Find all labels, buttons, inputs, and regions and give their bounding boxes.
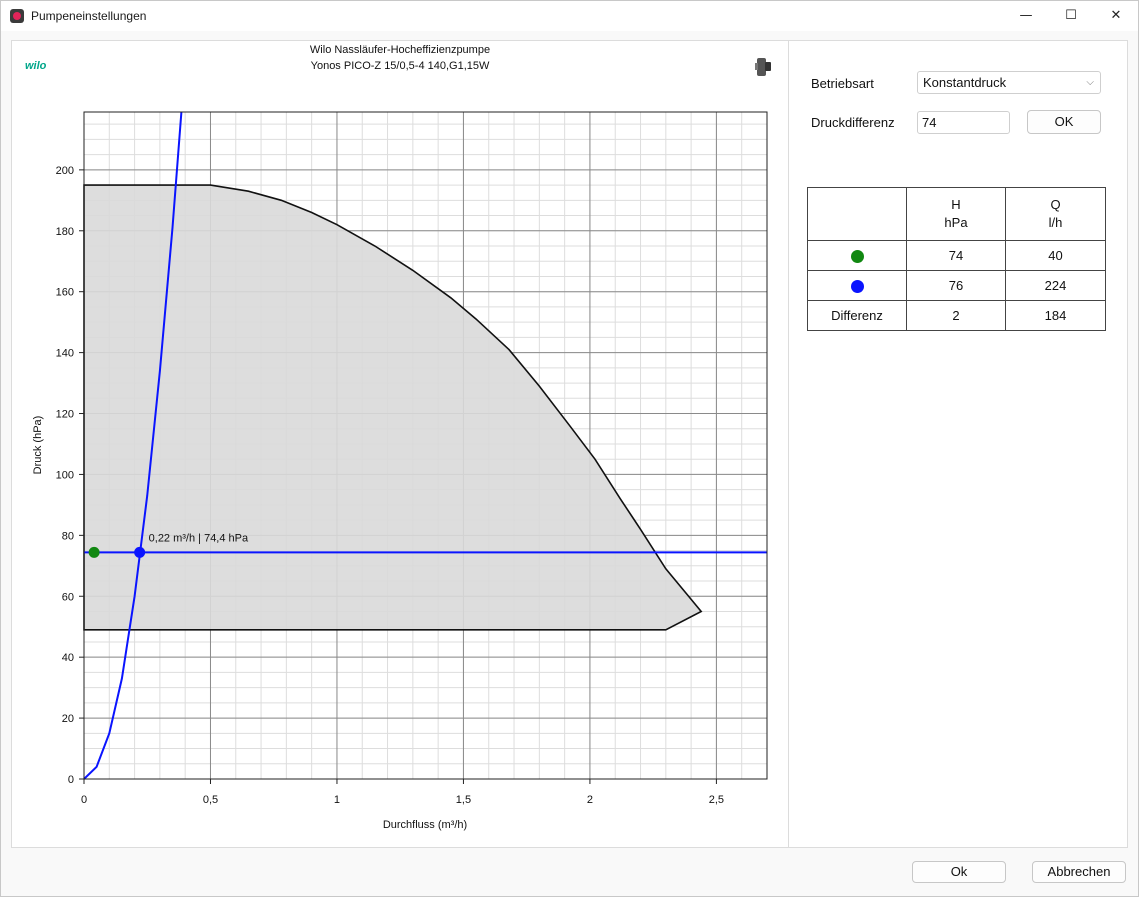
pump-curve-chart: 0 0,5 1 1,5 2 2,5020406080100120140160180200 …	[32, 111, 768, 831]
operating-point-label: 0,22 m³/h | 74,4 hPa	[149, 532, 249, 544]
table-cell-h: 2	[906, 300, 1006, 331]
y-tick-label: 100	[56, 469, 74, 481]
table-cell-label: Differenz	[807, 300, 907, 331]
table-cell-q: 40	[1005, 240, 1106, 271]
table-row: Differenz 2 184	[807, 300, 1106, 331]
x-tick-label: 2	[587, 794, 593, 806]
table-cell-marker	[807, 270, 907, 301]
x-axis-label: Durchfluss (m³/h)	[383, 819, 467, 831]
x-tick-label: 0,5	[203, 794, 218, 806]
table-cell-h: 76	[906, 270, 1006, 301]
druckdifferenz-label: Druckdifferenz	[811, 115, 895, 130]
x-tick-label: 0	[81, 794, 87, 806]
minimize-button[interactable]: —	[1003, 1, 1049, 31]
green-marker-icon	[850, 250, 864, 264]
druckdifferenz-input[interactable]: 74	[917, 111, 1010, 134]
y-tick-label: 80	[62, 530, 74, 542]
betriebsart-select[interactable]: Konstantdruck ⌵	[917, 71, 1101, 94]
x-tick-label: 1,5	[456, 794, 471, 806]
table-cell-q: 224	[1005, 270, 1106, 301]
betriebsart-label: Betriebsart	[811, 76, 874, 91]
close-button[interactable]: ✕	[1093, 1, 1139, 31]
series	[83, 111, 767, 780]
blue-marker-icon	[850, 280, 864, 294]
y-tick-label: 60	[62, 591, 74, 603]
y-tick-label: 120	[56, 409, 74, 421]
x-tick-label: 1	[334, 794, 340, 806]
values-table: HhPa Ql/h 74 40 76 224 Differenz 2 184	[807, 187, 1106, 331]
pump-operating-region	[83, 184, 703, 631]
cancel-button[interactable]: Abbrechen	[1032, 861, 1126, 883]
operating-point-marker	[134, 546, 146, 558]
betriebsart-value: Konstantdruck	[923, 75, 1007, 90]
table-header-row: HhPa Ql/h	[807, 187, 1106, 241]
table-row: 74 40	[807, 240, 1106, 271]
y-tick-label: 180	[56, 226, 74, 238]
ok-button[interactable]: Ok	[912, 861, 1006, 883]
table-cell-q: 184	[1005, 300, 1106, 331]
y-tick-label: 160	[56, 287, 74, 299]
table-header-empty	[807, 187, 907, 241]
chevron-down-icon: ⌵	[1086, 77, 1094, 88]
table-header-h: HhPa	[906, 187, 1006, 241]
maximize-button[interactable]: ☐	[1048, 1, 1094, 31]
table-cell-marker	[807, 240, 907, 271]
setpoint-marker	[88, 546, 100, 558]
apply-ok-button[interactable]: OK	[1027, 110, 1101, 134]
y-tick-label: 0	[68, 774, 74, 786]
table-header-q: Ql/h	[1005, 187, 1106, 241]
x-tick-label: 2,5	[709, 794, 724, 806]
y-axis-label: Druck (hPa)	[32, 416, 44, 475]
y-tick-label: 200	[56, 165, 74, 177]
y-tick-label: 40	[62, 652, 74, 664]
y-tick-label: 140	[56, 348, 74, 360]
table-row: 76 224	[807, 270, 1106, 301]
y-tick-label: 20	[62, 713, 74, 725]
table-cell-h: 74	[906, 240, 1006, 271]
